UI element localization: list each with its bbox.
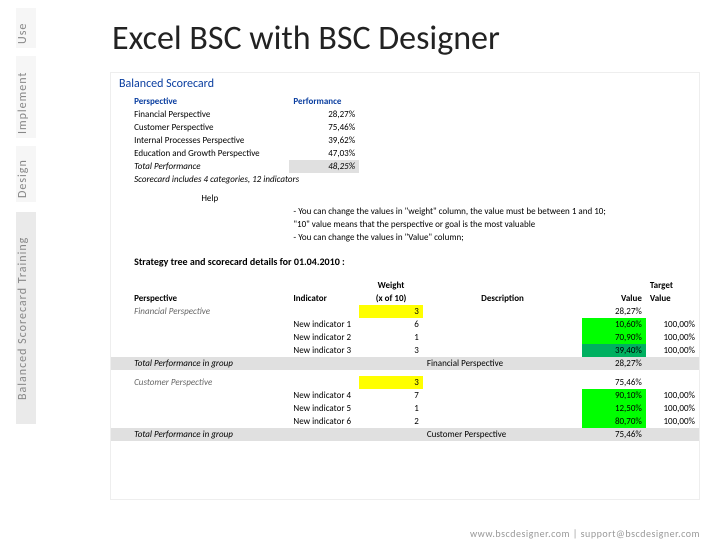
row-value: 39,62%	[289, 134, 359, 147]
indicator-label: New indicator 3	[289, 344, 359, 357]
indicator-weight: 7	[359, 389, 423, 402]
col-weight: Weight	[359, 279, 423, 292]
indicator-target: 100,00%	[646, 344, 699, 357]
group-val: 28,27%	[582, 305, 646, 318]
help-title: Help	[130, 192, 289, 205]
indicator-weight: 1	[359, 331, 423, 344]
indicator-weight: 6	[359, 318, 423, 331]
indicator-value: 80,70%	[582, 415, 646, 428]
indicator-value: 12,50%	[582, 402, 646, 415]
indicator-value: 70,90%	[582, 331, 646, 344]
row-label: Customer Perspective	[130, 121, 289, 134]
slide-title: Excel BSC with BSC Designer	[112, 18, 500, 59]
sidebar-label-use: Use	[16, 8, 36, 48]
row-label: Education and Growth Perspective	[130, 147, 289, 160]
indicator-label: New indicator 5	[289, 402, 359, 415]
excel-sheet: Balanced Scorecard PerspectivePerformanc…	[110, 72, 700, 500]
indicator-label: New indicator 2	[289, 331, 359, 344]
indicator-weight: 3	[359, 344, 423, 357]
row-value: 28,27%	[289, 108, 359, 121]
col-description: Description	[423, 292, 582, 305]
help-line: "10" value means that the perspective or…	[289, 218, 699, 231]
col-performance: Performance	[289, 95, 359, 108]
indicator-target: 100,00%	[646, 318, 699, 331]
row-value: 75,46%	[289, 121, 359, 134]
indicator-target: 100,00%	[646, 331, 699, 344]
indicator-label: New indicator 1	[289, 318, 359, 331]
sidebar-labels: Use Implement Design Balanced Scorecard …	[0, 0, 54, 546]
col-target: Target	[646, 279, 699, 292]
indicator-value: 39,40%	[582, 344, 646, 357]
indicator-label: New indicator 6	[289, 415, 359, 428]
group-total-label: Total Performance in group	[130, 357, 289, 370]
sheet-header: Balanced Scorecard	[111, 73, 699, 95]
group-total-val: 28,27%	[582, 357, 646, 370]
perspective-table: PerspectivePerformance Financial Perspec…	[111, 95, 699, 441]
group-total-desc: Customer Perspective	[423, 428, 582, 441]
indicator-weight: 1	[359, 402, 423, 415]
indicator-value: 10,60%	[582, 318, 646, 331]
col-indicator: Indicator	[289, 292, 359, 305]
indicator-value: 90,10%	[582, 389, 646, 402]
help-line: - You can change the values in "Value" c…	[289, 231, 699, 244]
group-total-val: 75,46%	[582, 428, 646, 441]
scorecard-note: Scorecard includes 4 categories, 12 indi…	[130, 173, 582, 186]
group-name: Financial Perspective	[130, 305, 289, 318]
footer-text: www.bscdesigner.com | support@bscdesigne…	[0, 527, 728, 540]
indicator-label: New indicator 4	[289, 389, 359, 402]
row-label: Internal Processes Perspective	[130, 134, 289, 147]
indicator-target: 100,00%	[646, 415, 699, 428]
col-value: Value	[582, 292, 646, 305]
col-perspective: Perspective	[130, 95, 289, 108]
group-name: Customer Perspective	[130, 376, 289, 389]
indicator-target: 100,00%	[646, 402, 699, 415]
detail-header: Strategy tree and scorecard details for …	[130, 254, 699, 269]
group-weight: 3	[359, 305, 423, 318]
col-perspective2: Perspective	[130, 292, 289, 305]
help-line: - You can change the values in "weight" …	[289, 205, 699, 218]
sidebar-label-implement: Implement	[16, 56, 36, 138]
total-value: 48,25%	[289, 160, 359, 173]
col-weight2: (x of 10)	[359, 292, 423, 305]
sidebar-label-design: Design	[16, 146, 36, 202]
indicator-target: 100,00%	[646, 389, 699, 402]
row-value: 47,03%	[289, 147, 359, 160]
sidebar-label-training: Balanced Scorecard Training	[16, 212, 36, 424]
total-label: Total Performance	[130, 160, 289, 173]
row-label: Financial Perspective	[130, 108, 289, 121]
indicator-weight: 2	[359, 415, 423, 428]
group-weight: 3	[359, 376, 423, 389]
col-target2: Value	[646, 292, 699, 305]
group-val: 75,46%	[582, 376, 646, 389]
group-total-desc: Financial Perspective	[423, 357, 582, 370]
group-total-label: Total Performance in group	[130, 428, 289, 441]
